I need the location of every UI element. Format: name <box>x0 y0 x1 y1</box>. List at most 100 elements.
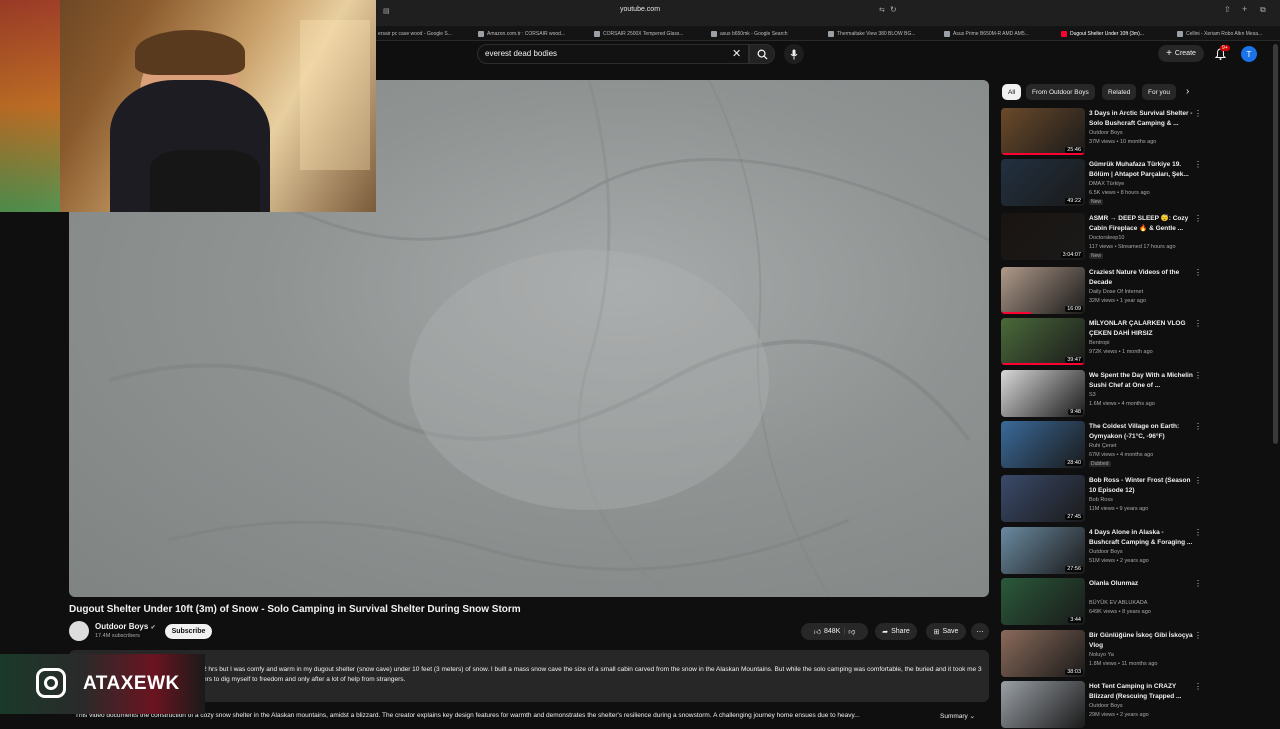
share-arrow-icon: ➦ <box>882 628 889 636</box>
rec-channel[interactable]: Outdoor Boys <box>1089 703 1123 709</box>
tab-label: CORSAIR 2500X Tempered Glass... <box>603 30 684 37</box>
channel-name[interactable]: Outdoor Boys ✔ <box>95 622 156 631</box>
save-button[interactable]: ⊞ Save <box>926 623 966 640</box>
search-button[interactable] <box>749 44 775 64</box>
more-vertical-icon[interactable]: ⋮ <box>1194 579 1202 588</box>
more-vertical-icon[interactable]: ⋮ <box>1194 109 1202 118</box>
rec-title: 4 Days Alone in Alaska - Bushcraft Campi… <box>1089 529 1193 546</box>
summary-toggle[interactable]: Summary ⌄ <box>940 712 975 720</box>
video-thumbnail[interactable]: 16:09 <box>1001 267 1085 314</box>
rec-title: Craziest Nature Videos of the Decade <box>1089 269 1180 286</box>
browser-tab[interactable]: CORSAIR 2500X Tempered Glass... <box>594 27 694 40</box>
account-avatar[interactable]: T <box>1241 46 1257 62</box>
more-actions-button[interactable]: ⋯ <box>971 623 989 640</box>
video-thumbnail[interactable]: 3:04:07 <box>1001 213 1085 260</box>
chevron-right-icon[interactable]: › <box>1186 86 1189 97</box>
more-vertical-icon[interactable]: ⋮ <box>1194 160 1202 169</box>
dislike-button[interactable]: 👎︎ <box>848 627 855 636</box>
address-bar[interactable]: youtube.com <box>560 6 720 13</box>
rec-channel[interactable]: Noluyo Ya <box>1089 652 1114 658</box>
recommendation-item[interactable]: 3:04:07 ASMR → DEEP SLEEP 😴: Cozy Cabin F… <box>1001 213 1202 261</box>
like-dislike-group: 👍︎ 848K | 👎︎ <box>801 623 868 640</box>
recommendation-item[interactable]: 28:40 The Coldest Village on Earth: Oymya… <box>1001 421 1202 469</box>
rec-channel[interactable]: Doctorsleep10 <box>1089 235 1124 241</box>
duration-badge: 27:45 <box>1065 514 1083 520</box>
more-vertical-icon[interactable]: ⋮ <box>1194 528 1202 537</box>
channel-name-text: Outdoor Boys <box>95 622 149 631</box>
more-vertical-icon[interactable]: ⋮ <box>1194 371 1202 380</box>
browser-tab[interactable]: ersair pc case wood - Google S... <box>378 27 463 40</box>
tab-overview-icon[interactable]: ⧉ <box>1260 5 1266 15</box>
video-thumbnail[interactable]: 25:46 <box>1001 108 1085 155</box>
rec-channel[interactable]: Bentropi <box>1089 340 1110 346</box>
rec-meta: 649K views • 8 years ago <box>1089 609 1151 615</box>
video-thumbnail[interactable]: 38:03 <box>1001 630 1085 677</box>
browser-tab[interactable]: Cellini - Xeriam Robo Altın Mesa... <box>1177 27 1277 40</box>
channel-avatar[interactable] <box>69 621 89 641</box>
video-thumbnail[interactable]: 3:44 <box>1001 578 1085 625</box>
more-vertical-icon[interactable]: ⋮ <box>1194 682 1202 691</box>
more-vertical-icon[interactable]: ⋮ <box>1194 422 1202 431</box>
video-thumbnail[interactable]: 28:40 <box>1001 421 1085 468</box>
rec-channel[interactable]: BÜYÜK EV ABLUKADA <box>1089 600 1147 606</box>
chip-related[interactable]: Related <box>1102 84 1137 100</box>
subscribe-button[interactable]: Subscribe <box>165 624 212 639</box>
recommendation-item[interactable]: 38:03 Bir Günlüğüne İskoç Gibi İskoçya Vl… <box>1001 630 1202 678</box>
voice-search-button[interactable] <box>784 44 804 64</box>
more-vertical-icon[interactable]: ⋮ <box>1194 268 1202 277</box>
video-thumbnail[interactable]: 27:45 <box>1001 475 1085 522</box>
rec-channel[interactable]: Outdoor Boys <box>1089 549 1123 555</box>
chip-all[interactable]: All <box>1002 84 1022 100</box>
video-thumbnail[interactable]: 49:22 <box>1001 159 1085 206</box>
rec-channel[interactable]: Outdoor Boys <box>1089 130 1123 136</box>
video-thumbnail[interactable] <box>1001 681 1085 728</box>
recommendation-item[interactable]: 39:47 MİLYONLAR ÇALARKEN VLOG ÇEKEN DAHİ … <box>1001 318 1202 366</box>
more-vertical-icon[interactable]: ⋮ <box>1194 319 1202 328</box>
more-vertical-icon[interactable]: ⋮ <box>1194 214 1202 223</box>
notification-badge: 9+ <box>1220 45 1230 51</box>
browser-tab[interactable]: Asus Prime B650M-R AMD AM5... <box>944 27 1044 40</box>
description-text: 2 hrs but I was comfy and warm in my dug… <box>203 666 982 683</box>
browser-tab[interactable]: asus b650mk - Google Search <box>711 27 811 40</box>
share-button[interactable]: ➦ Share <box>875 623 917 640</box>
recommendation-item[interactable]: 49:22 Gümrük Muhafaza Türkiye 19. Bölüm |… <box>1001 159 1202 207</box>
chip-for-you[interactable]: For you <box>1142 84 1177 100</box>
plus-icon: + <box>1166 48 1172 59</box>
rec-channel[interactable]: Ruhi Çenet <box>1089 443 1117 449</box>
recommendation-item[interactable]: 27:56 4 Days Alone in Alaska - Bushcraft … <box>1001 527 1202 575</box>
create-button[interactable]: + Create <box>1158 45 1204 62</box>
recommendation-item[interactable]: 27:45 Bob Ross - Winter Frost (Season 10 … <box>1001 475 1202 523</box>
rec-channel[interactable]: Bob Ross <box>1089 497 1113 503</box>
new-tab-icon[interactable]: + <box>1242 4 1247 14</box>
rec-channel[interactable]: DMAX Türkiye <box>1089 181 1124 187</box>
tab-label: Asus Prime B650M-R AMD AM5... <box>953 30 1029 37</box>
browser-tab[interactable]: Thermaltake View 380 BLOW BG... <box>828 27 928 40</box>
browser-tab[interactable]: Amazon.com.tr : CORSAIR wood... <box>478 27 578 40</box>
recommendation-item[interactable]: 16:09 Craziest Nature Videos of the Decad… <box>1001 267 1202 315</box>
reload-icon[interactable]: ↻ <box>890 5 897 14</box>
like-button[interactable]: 👍︎ 848K <box>814 627 841 636</box>
favicon-icon <box>944 30 950 37</box>
video-thumbnail[interactable]: 39:47 <box>1001 318 1085 365</box>
video-thumbnail[interactable]: 9:48 <box>1001 370 1085 417</box>
more-vertical-icon[interactable]: ⋮ <box>1194 631 1202 640</box>
recommendation-item[interactable]: 25:46 3 Days in Arctic Survival Shelter -… <box>1001 108 1202 156</box>
clear-search-icon[interactable]: ✕ <box>732 47 741 60</box>
recommendation-item[interactable]: 3:44 Olanla Olunmaz BÜYÜK EV ABLUKADA 649K … <box>1001 578 1202 626</box>
scrollbar[interactable] <box>1273 44 1278 444</box>
reader-icon[interactable]: ▤ <box>383 7 390 15</box>
rec-channel[interactable]: Daily Dose Of Internet <box>1089 289 1143 295</box>
rec-channel[interactable]: S3 <box>1089 392 1096 398</box>
more-vertical-icon[interactable]: ⋮ <box>1194 476 1202 485</box>
chip-from-channel[interactable]: From Outdoor Boys <box>1026 84 1095 100</box>
instagram-icon <box>36 668 66 698</box>
tab-label: ersair pc case wood - Google S... <box>378 30 452 37</box>
share-icon[interactable]: ⇧ <box>1224 5 1231 14</box>
video-thumbnail[interactable]: 27:56 <box>1001 527 1085 574</box>
translate-icon[interactable]: ⇆ <box>879 6 885 14</box>
like-count: 848K <box>824 628 841 635</box>
recommendation-item[interactable]: 9:48 We Spent the Day With a Michelin Sus… <box>1001 370 1202 418</box>
recommendation-item[interactable]: Hot Tent Camping in CRAZY Blizzard (Resc… <box>1001 681 1202 729</box>
browser-tab-active[interactable]: Dugout Shelter Under 10ft (3m)... <box>1061 27 1161 40</box>
summary-label: Summary <box>940 713 968 720</box>
